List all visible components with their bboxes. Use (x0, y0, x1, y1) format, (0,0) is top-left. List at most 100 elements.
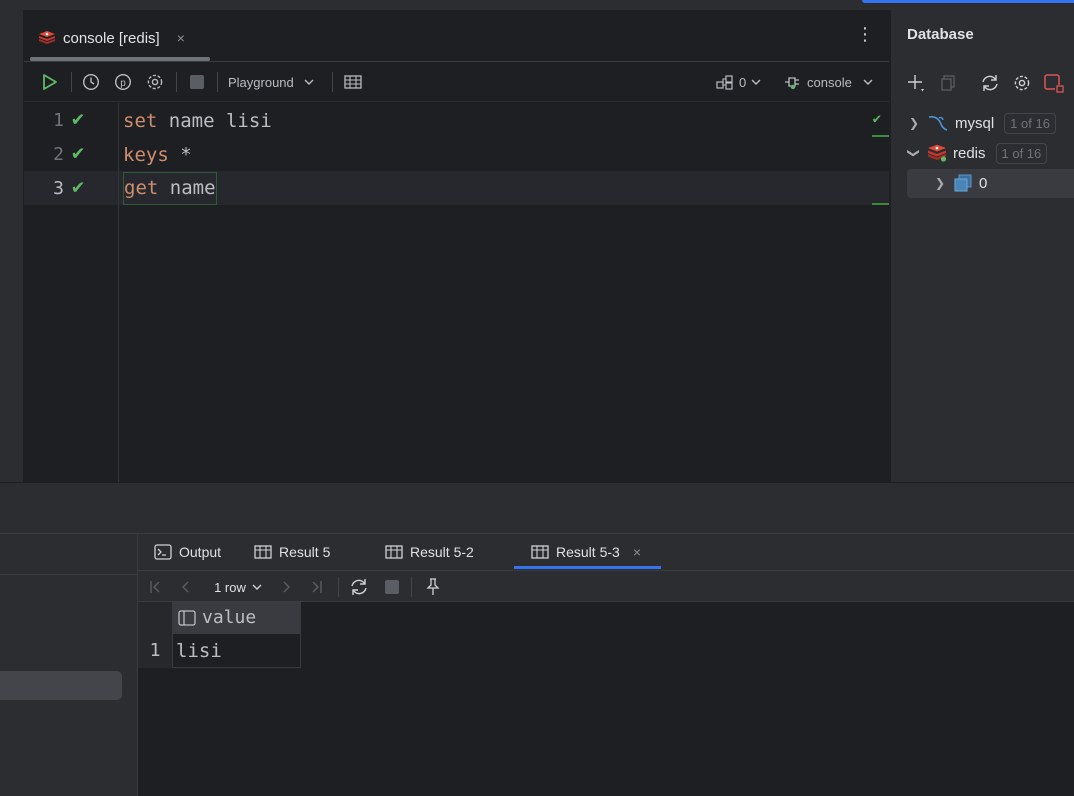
tab-result-5[interactable]: Result 5 (254, 534, 330, 570)
db-count: 0 (739, 74, 747, 90)
refresh-icon[interactable] (979, 72, 1001, 94)
tab-label: console [redis] (63, 29, 160, 47)
code-keyword: keys (123, 144, 169, 166)
last-page-icon[interactable] (308, 576, 326, 598)
schema-count-badge: 1 of 16 (1004, 112, 1056, 134)
plug-icon (784, 75, 804, 89)
code-line[interactable]: keys * (123, 138, 192, 172)
mode-label: Playground (228, 74, 294, 90)
toolbar-separator (71, 72, 72, 92)
toolbar-separator (332, 72, 333, 92)
tab-console-redis[interactable]: console [redis] × (38, 26, 185, 50)
schema-tree-icon (716, 74, 734, 90)
session-label: console (807, 74, 852, 90)
column-label: value (202, 607, 257, 628)
code-text: * (168, 144, 192, 166)
mode-dropdown[interactable]: Playground (228, 71, 328, 93)
tab-label: Output (179, 544, 222, 560)
top-accent-bar (862, 0, 1074, 3)
services-header-divider (0, 574, 138, 575)
tree-item-label: redis (953, 144, 986, 162)
chevron-right-icon[interactable]: ❯ (907, 116, 921, 130)
result-toolbar: 1 row (138, 570, 1074, 602)
tree-item-mysql[interactable]: ❯ mysql 1 of 16 (907, 109, 1056, 137)
history-icon[interactable] (80, 71, 102, 93)
inspection-ok-icon[interactable]: ✔ (873, 111, 881, 127)
rows-dropdown[interactable]: 1 row (210, 576, 266, 598)
column-header-value[interactable]: value (172, 602, 301, 633)
tree-item-redis[interactable]: ❯ redis 1 of 16 (907, 139, 1048, 167)
table-icon (254, 545, 272, 559)
stop-icon[interactable] (186, 71, 208, 93)
tab-result-5-2[interactable]: Result 5-2 (385, 534, 474, 570)
tree-item-label: 0 (979, 174, 988, 192)
toolbar-separator (217, 72, 218, 92)
p-icon[interactable]: p (112, 71, 134, 93)
chevron-right-icon[interactable]: ❯ (933, 176, 947, 190)
tree-item-db-0[interactable]: ❯ 0 (933, 169, 987, 197)
check-icon: ✔ (72, 106, 85, 130)
tab-label: Result 5-3 (556, 544, 620, 560)
line-number: 3 (53, 178, 64, 199)
database-count-dropdown[interactable]: 0 (716, 71, 768, 93)
stop-icon[interactable] (381, 576, 403, 598)
code-line[interactable]: get name (123, 172, 217, 205)
database-panel: Database ❯ mysql 1 of 16 ❯ redis 1 of 16… (890, 10, 1074, 482)
check-icon: ✔ (72, 174, 85, 198)
tab-output[interactable]: Output (154, 534, 221, 570)
console-icon (154, 544, 172, 560)
toolbar-separator (411, 577, 412, 597)
next-page-icon[interactable] (278, 576, 296, 598)
toolbar-separator (176, 72, 177, 92)
editor-toolbar: p Playground 0 console (24, 62, 889, 102)
run-icon[interactable] (38, 71, 62, 93)
first-page-icon[interactable] (146, 576, 164, 598)
gear-icon[interactable] (144, 71, 166, 93)
table-icon[interactable] (342, 71, 364, 93)
tab-scroll-indicator (30, 57, 210, 61)
code-text: name (158, 177, 216, 199)
close-icon[interactable]: × (177, 30, 185, 46)
chevron-down-icon (252, 584, 262, 590)
disconnect-icon[interactable] (1043, 72, 1065, 94)
tab-label: Result 5-2 (410, 544, 474, 560)
services-selected-item[interactable] (0, 671, 122, 700)
close-icon[interactable]: × (633, 544, 641, 560)
tab-result-5-3[interactable]: Result 5-3 × (531, 534, 641, 570)
code-keyword: get (124, 177, 159, 199)
line-number: 2 (53, 144, 64, 165)
chevron-down-icon (863, 79, 873, 85)
copy-icon[interactable] (937, 72, 959, 94)
pin-icon[interactable] (422, 576, 444, 598)
refresh-icon[interactable] (348, 576, 370, 598)
toolbar-separator (338, 577, 339, 597)
code-line[interactable]: set name lisi (123, 104, 272, 138)
svg-text:p: p (120, 78, 126, 89)
active-tab-indicator (514, 566, 661, 569)
chevron-down-icon[interactable]: ❯ (907, 146, 921, 160)
scrollbar-marker (872, 203, 889, 205)
left-tool-strip (0, 10, 24, 482)
rows-label: 1 row (214, 579, 246, 595)
chevron-down-icon (751, 79, 761, 85)
chevron-down-icon (304, 79, 314, 85)
add-icon[interactable] (905, 72, 927, 94)
redis-icon (927, 144, 947, 162)
row-number: 1 (149, 640, 161, 661)
check-icon: ✔ (72, 140, 85, 164)
previous-page-icon[interactable] (176, 576, 194, 598)
line-number: 1 (53, 110, 64, 131)
more-options-icon[interactable]: ⋮ (856, 24, 874, 45)
database-schema-icon (953, 174, 973, 192)
tab-label: Result 5 (279, 544, 331, 560)
session-dropdown[interactable]: console (784, 71, 874, 93)
editor-tab-bar: console [redis] × ⋮ (24, 10, 889, 62)
table-cell[interactable]: lisi (172, 633, 301, 668)
panel-divider[interactable] (0, 482, 1074, 534)
mysql-icon (927, 114, 949, 132)
code-editor[interactable]: 1 ✔ set name lisi 2 ✔ keys * 3 ✔ get nam… (24, 103, 889, 482)
gear-icon[interactable] (1011, 72, 1033, 94)
code-text: name lisi (157, 110, 272, 132)
scrollbar-marker (872, 135, 889, 137)
redis-icon (38, 30, 56, 46)
